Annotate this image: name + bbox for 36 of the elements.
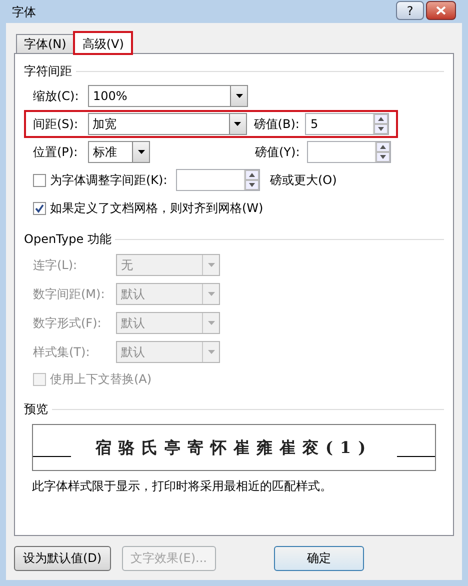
checkbox-label[interactable]: 为字体调整字间距(K):	[50, 171, 176, 189]
preview-text: 宿骆氏亭寄怀崔雍崔衮(1)	[94, 436, 374, 458]
field-label: 磅或更大(O)	[270, 172, 337, 189]
window-title: 字体	[12, 4, 36, 20]
field-label: 间距(S):	[33, 116, 80, 133]
spin-field[interactable]	[307, 141, 391, 163]
field-label: 位置(P):	[33, 144, 79, 161]
close-button[interactable]	[426, 1, 456, 20]
spin-field[interactable]	[176, 169, 260, 191]
checkbox-label[interactable]: 如果定义了文档网格，则对齐到网格(W)	[50, 199, 264, 217]
section-heading: 字符间距	[24, 63, 72, 80]
dialog-button[interactable]: 确定	[274, 546, 364, 570]
field-label: 连字(L):	[33, 256, 78, 274]
close-icon	[436, 6, 446, 15]
tab[interactable]: 高级(V)	[74, 32, 132, 54]
dropdown-field[interactable]: 100%	[88, 85, 248, 107]
dropdown-field[interactable]: 标准	[88, 141, 150, 163]
field-label: 缩放(C):	[33, 88, 80, 105]
section-heading: OpenType 功能	[24, 231, 112, 248]
checkbox[interactable]	[33, 202, 46, 214]
tab[interactable]: 字体(N)	[16, 34, 74, 53]
spin-arrows-icon[interactable]	[244, 170, 259, 190]
spin-field[interactable]: 5	[305, 113, 390, 135]
section-heading: 预览	[24, 401, 48, 418]
help-button[interactable]: ?	[396, 1, 424, 20]
spin-arrows-icon[interactable]	[373, 114, 388, 134]
preview-note: 此字体样式限于显示，打印时将采用最相近的匹配样式。	[32, 478, 333, 495]
checkbox[interactable]	[33, 174, 46, 186]
dropdown-field[interactable]: 加宽	[88, 113, 247, 135]
spin-arrows-icon[interactable]	[375, 142, 390, 162]
field-label: 样式集(T):	[33, 344, 91, 360]
dialog-button[interactable]: 设为默认值(D)	[14, 546, 111, 570]
field-label: 数字形式(F):	[33, 314, 102, 332]
field-label: 数字间距(M):	[33, 286, 106, 302]
field-label: 磅值(B):	[254, 116, 300, 133]
field-label: 磅值(Y):	[255, 144, 301, 161]
